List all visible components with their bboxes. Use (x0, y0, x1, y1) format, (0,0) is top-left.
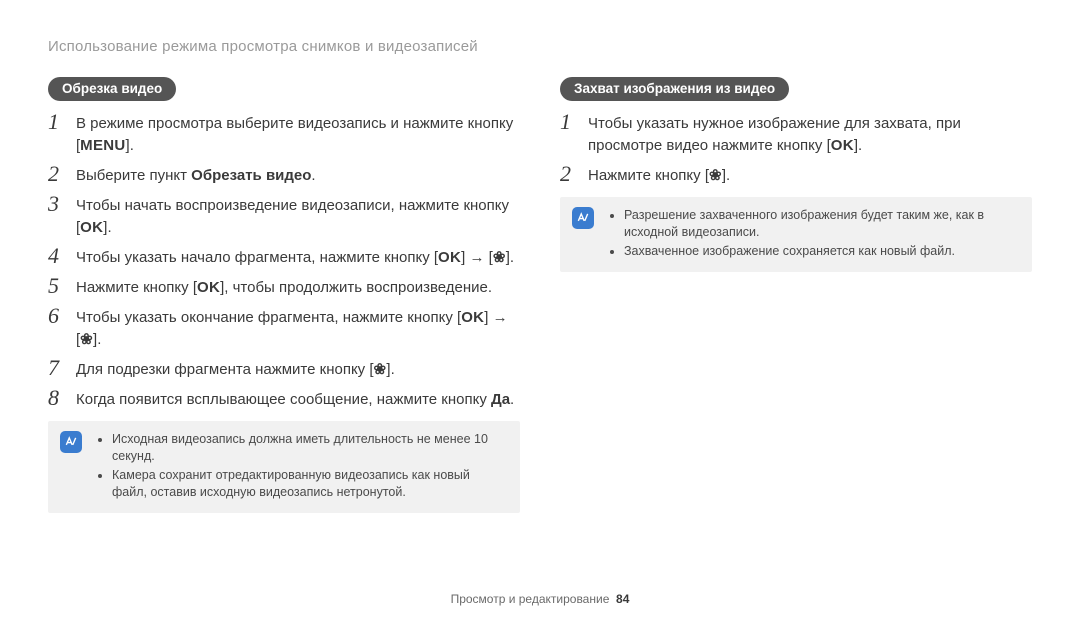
menu-icon: MENU (80, 137, 125, 154)
note-box-left: Исходная видеозапись должна иметь длител… (48, 421, 520, 513)
step-text: ]. (722, 167, 730, 184)
step-text: ], чтобы продолжить воспроизведение. (220, 279, 492, 296)
step-text: ] → [ (461, 249, 493, 266)
macro-icon: ❀ (709, 167, 722, 184)
step-text: . (510, 391, 514, 408)
left-column: Обрезка видео В режиме просмотра выберит… (48, 77, 520, 513)
step-1: Чтобы указать нужное изображение для зах… (560, 113, 1032, 157)
step-text: Чтобы начать воспроизведение видеозаписи… (76, 197, 509, 236)
step-text: Для подрезки фрагмента нажмите кнопку [ (76, 361, 374, 378)
section-pill-capture: Захват изображения из видео (560, 77, 789, 101)
step-4: Чтобы указать начало фрагмента, нажмите … (48, 247, 520, 269)
step-2: Выберите пункт Обрезать видео. (48, 165, 520, 187)
footer-page: 84 (616, 592, 629, 606)
step-6: Чтобы указать окончание фрагмента, нажми… (48, 307, 520, 351)
step-text: Чтобы указать нужное изображение для зах… (588, 115, 961, 154)
step-text: Выберите пункт (76, 167, 191, 184)
note-item: Камера сохранит отредактированную видеоз… (112, 467, 506, 501)
step-text: Нажмите кнопку [ (588, 167, 709, 184)
note-item: Исходная видеозапись должна иметь длител… (112, 431, 506, 465)
ok-icon: OK (461, 309, 484, 326)
step-5: Нажмите кнопку [OK], чтобы продолжить во… (48, 277, 520, 299)
page-footer: Просмотр и редактирование 84 (0, 592, 1080, 606)
step-text: . (311, 167, 315, 184)
ok-icon: OK (80, 219, 103, 236)
step-3: Чтобы начать воспроизведение видеозаписи… (48, 195, 520, 239)
footer-section: Просмотр и редактирование (451, 592, 610, 606)
step-text: ]. (386, 361, 394, 378)
note-icon (572, 207, 594, 229)
step-text: Нажмите кнопку [ (76, 279, 197, 296)
step-2: Нажмите кнопку [❀]. (560, 165, 1032, 187)
step-text: ]. (93, 331, 101, 348)
right-column: Захват изображения из видео Чтобы указат… (560, 77, 1032, 513)
macro-icon: ❀ (80, 331, 93, 348)
step-text: ]. (126, 137, 134, 154)
step-bold: Обрезать видео (191, 167, 311, 184)
note-icon (60, 431, 82, 453)
step-text: ]. (103, 219, 111, 236)
note-item: Захваченное изображение сохраняется как … (624, 243, 1018, 260)
ok-icon: OK (438, 249, 461, 266)
step-text: Когда появится всплывающее сообщение, на… (76, 391, 491, 408)
step-text: Чтобы указать начало фрагмента, нажмите … (76, 249, 438, 266)
macro-icon: ❀ (493, 249, 506, 266)
step-1: В режиме просмотра выберите видеозапись … (48, 113, 520, 157)
steps-left: В режиме просмотра выберите видеозапись … (48, 113, 520, 411)
step-text: Чтобы указать окончание фрагмента, нажми… (76, 309, 461, 326)
section-pill-trim: Обрезка видео (48, 77, 176, 101)
macro-icon: ❀ (374, 361, 387, 378)
note-box-right: Разрешение захваченного изображения буде… (560, 197, 1032, 272)
step-text: ]. (506, 249, 514, 266)
step-text: ]. (854, 137, 862, 154)
step-text: В режиме просмотра выберите видеозапись … (76, 115, 513, 154)
step-8: Когда появится всплывающее сообщение, на… (48, 389, 520, 411)
step-7: Для подрезки фрагмента нажмите кнопку [❀… (48, 359, 520, 381)
ok-icon: OK (831, 137, 854, 154)
page-header: Использование режима просмотра снимков и… (48, 38, 1032, 55)
note-item: Разрешение захваченного изображения буде… (624, 207, 1018, 241)
step-bold: Да (491, 391, 510, 408)
steps-right: Чтобы указать нужное изображение для зах… (560, 113, 1032, 187)
ok-icon: OK (197, 279, 220, 296)
